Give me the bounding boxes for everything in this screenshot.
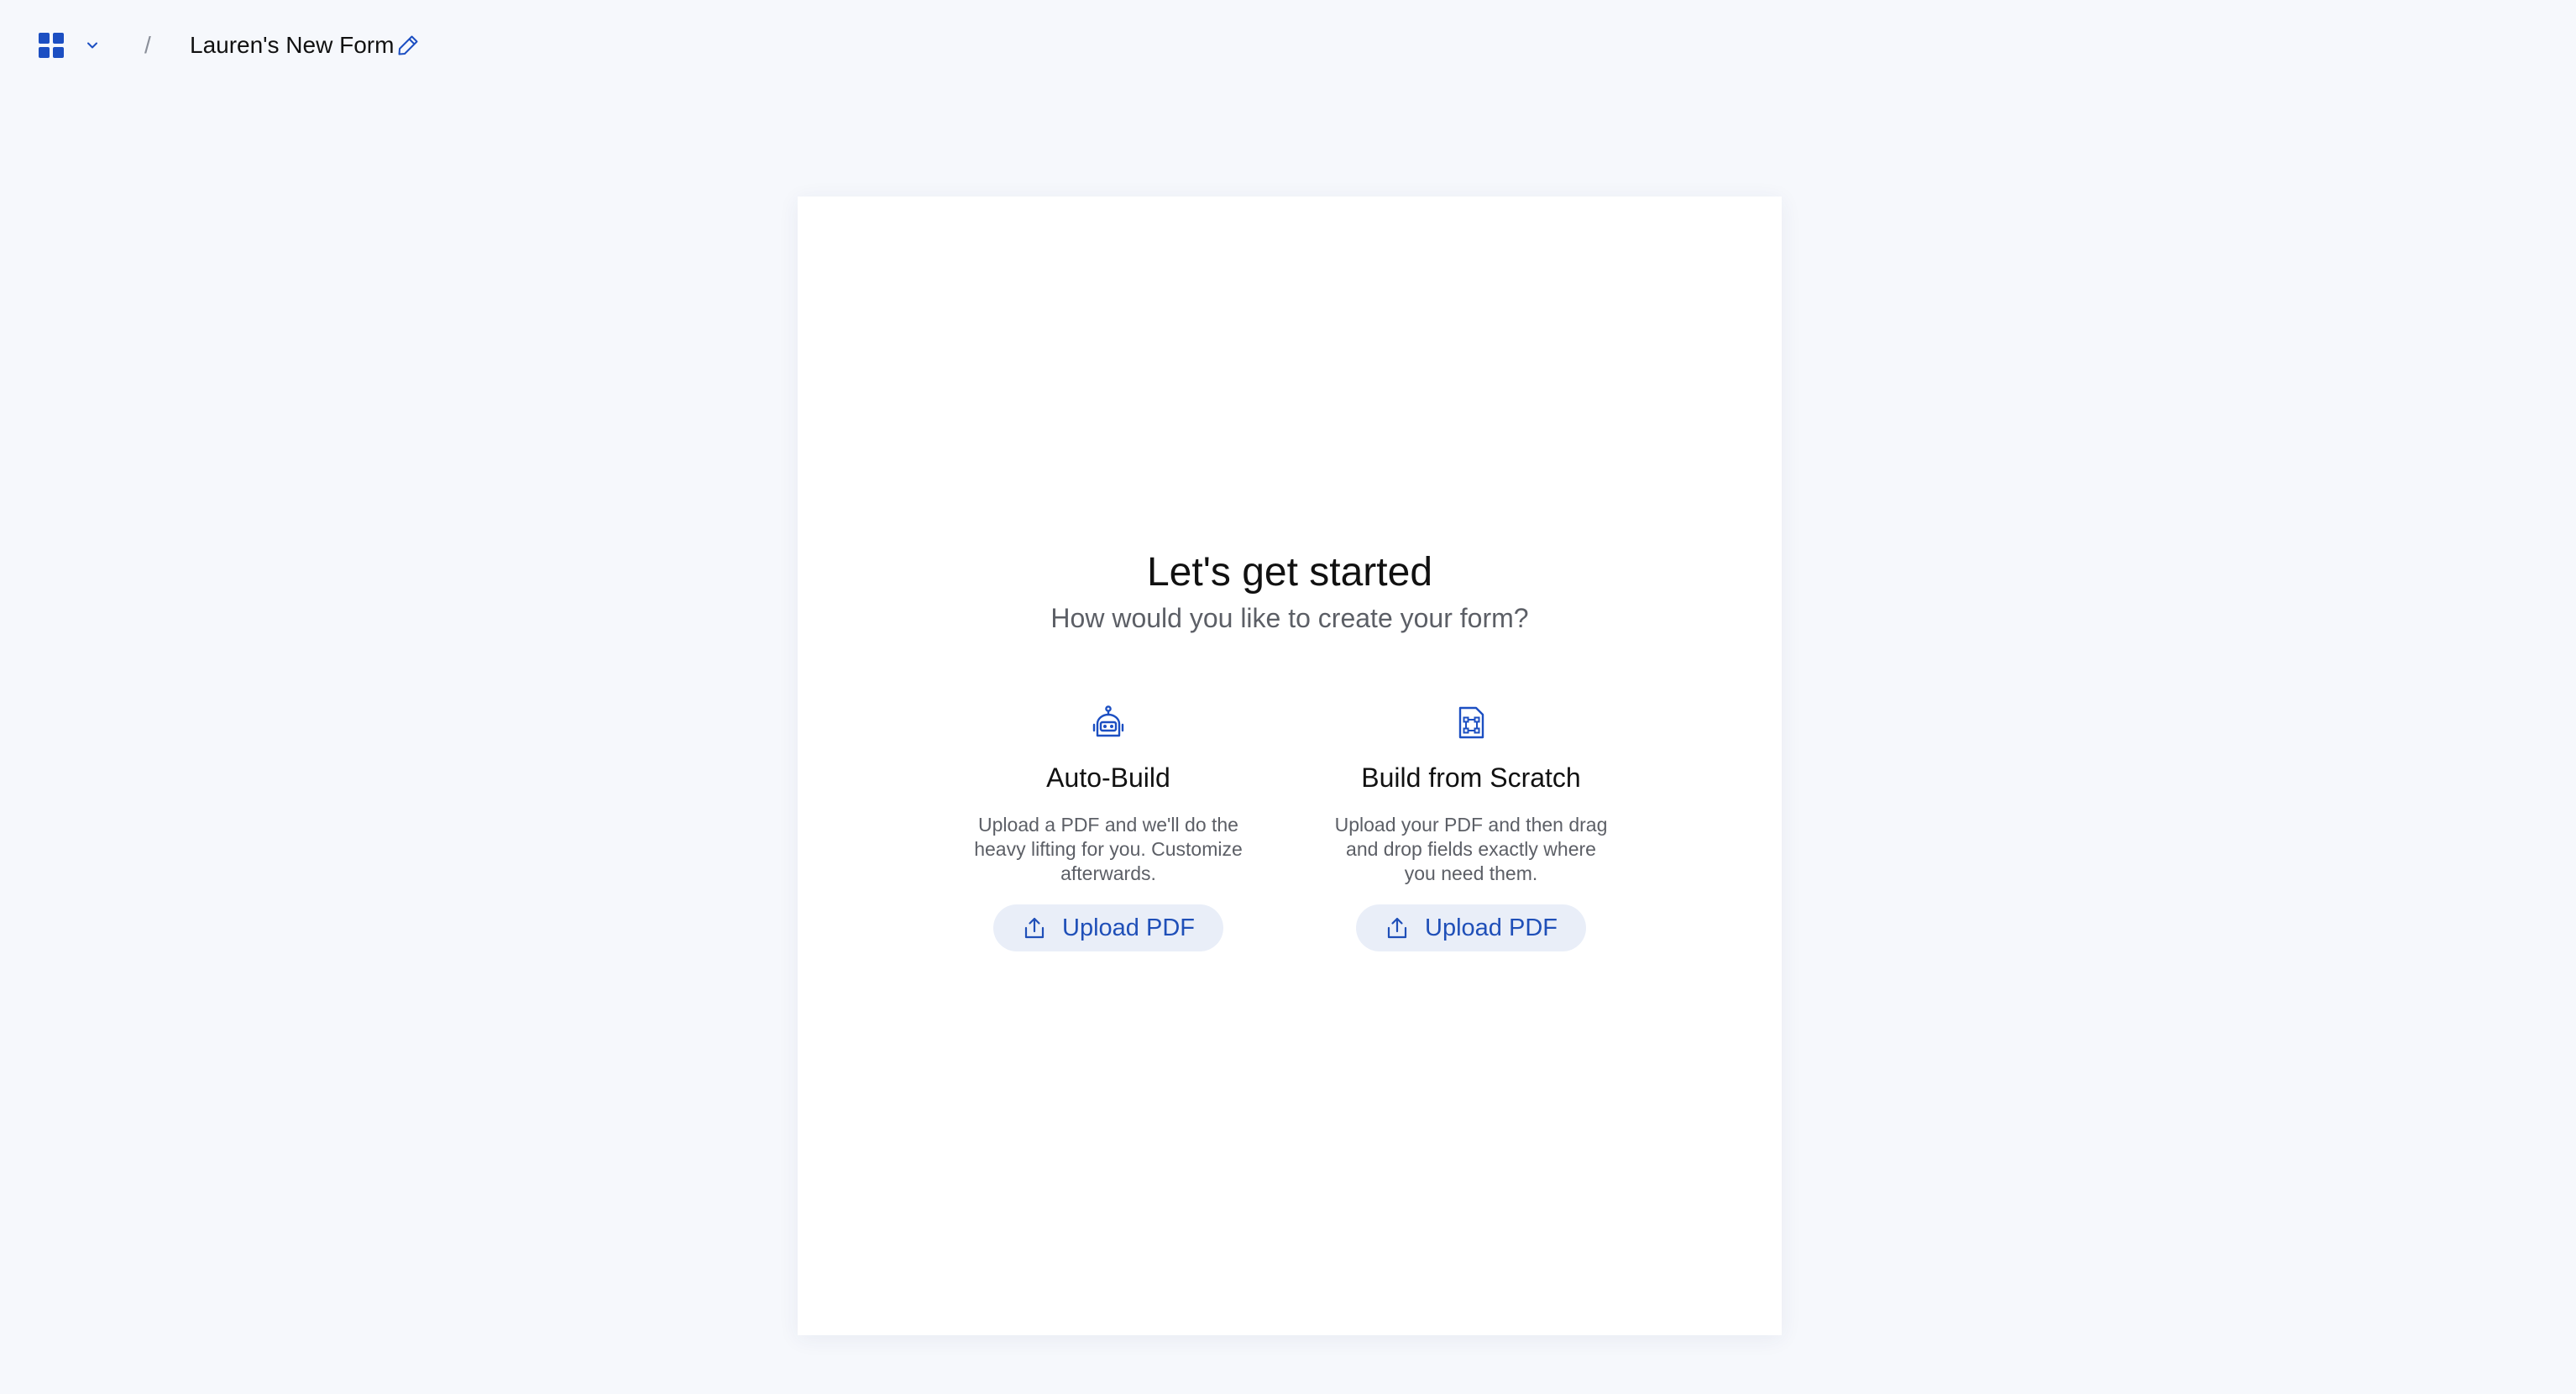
form-title[interactable]: Lauren's New Form [190, 30, 394, 60]
build-from-scratch-description: Upload your PDF and then drag and drop f… [1334, 814, 1608, 884]
document-fields-icon [1458, 706, 1484, 739]
upload-button-label: Upload PDF [1062, 914, 1195, 941]
top-bar: / Lauren's New Form [0, 0, 2576, 91]
chevron-down-icon [87, 42, 97, 49]
breadcrumb-separator: / [144, 32, 151, 58]
auto-build-title: Auto-Build [1046, 763, 1170, 793]
build-from-scratch-option: Build from Scratch Upload your PDF and t… [1312, 704, 1631, 951]
get-started-card: Let's get started How would you like to … [798, 197, 1782, 1335]
upload-icon [1387, 917, 1407, 939]
upload-button-label: Upload PDF [1425, 914, 1558, 941]
page-subtitle: How would you like to create your form? [1050, 603, 1529, 633]
build-from-scratch-title: Build from Scratch [1361, 763, 1581, 793]
auto-build-description: Upload a PDF and we'll do the heavy lift… [974, 814, 1243, 884]
apps-menu-button[interactable] [39, 30, 111, 60]
upload-icon [1024, 917, 1045, 939]
apps-grid-icon [39, 33, 64, 58]
auto-build-option: Auto-Build Upload a PDF and we'll do the… [949, 704, 1268, 951]
pencil-icon[interactable] [395, 32, 421, 59]
auto-build-upload-button[interactable]: Upload PDF [993, 904, 1223, 951]
build-from-scratch-upload-button[interactable]: Upload PDF [1356, 904, 1586, 951]
page-title: Let's get started [1146, 550, 1433, 595]
robot-icon [1092, 705, 1124, 737]
